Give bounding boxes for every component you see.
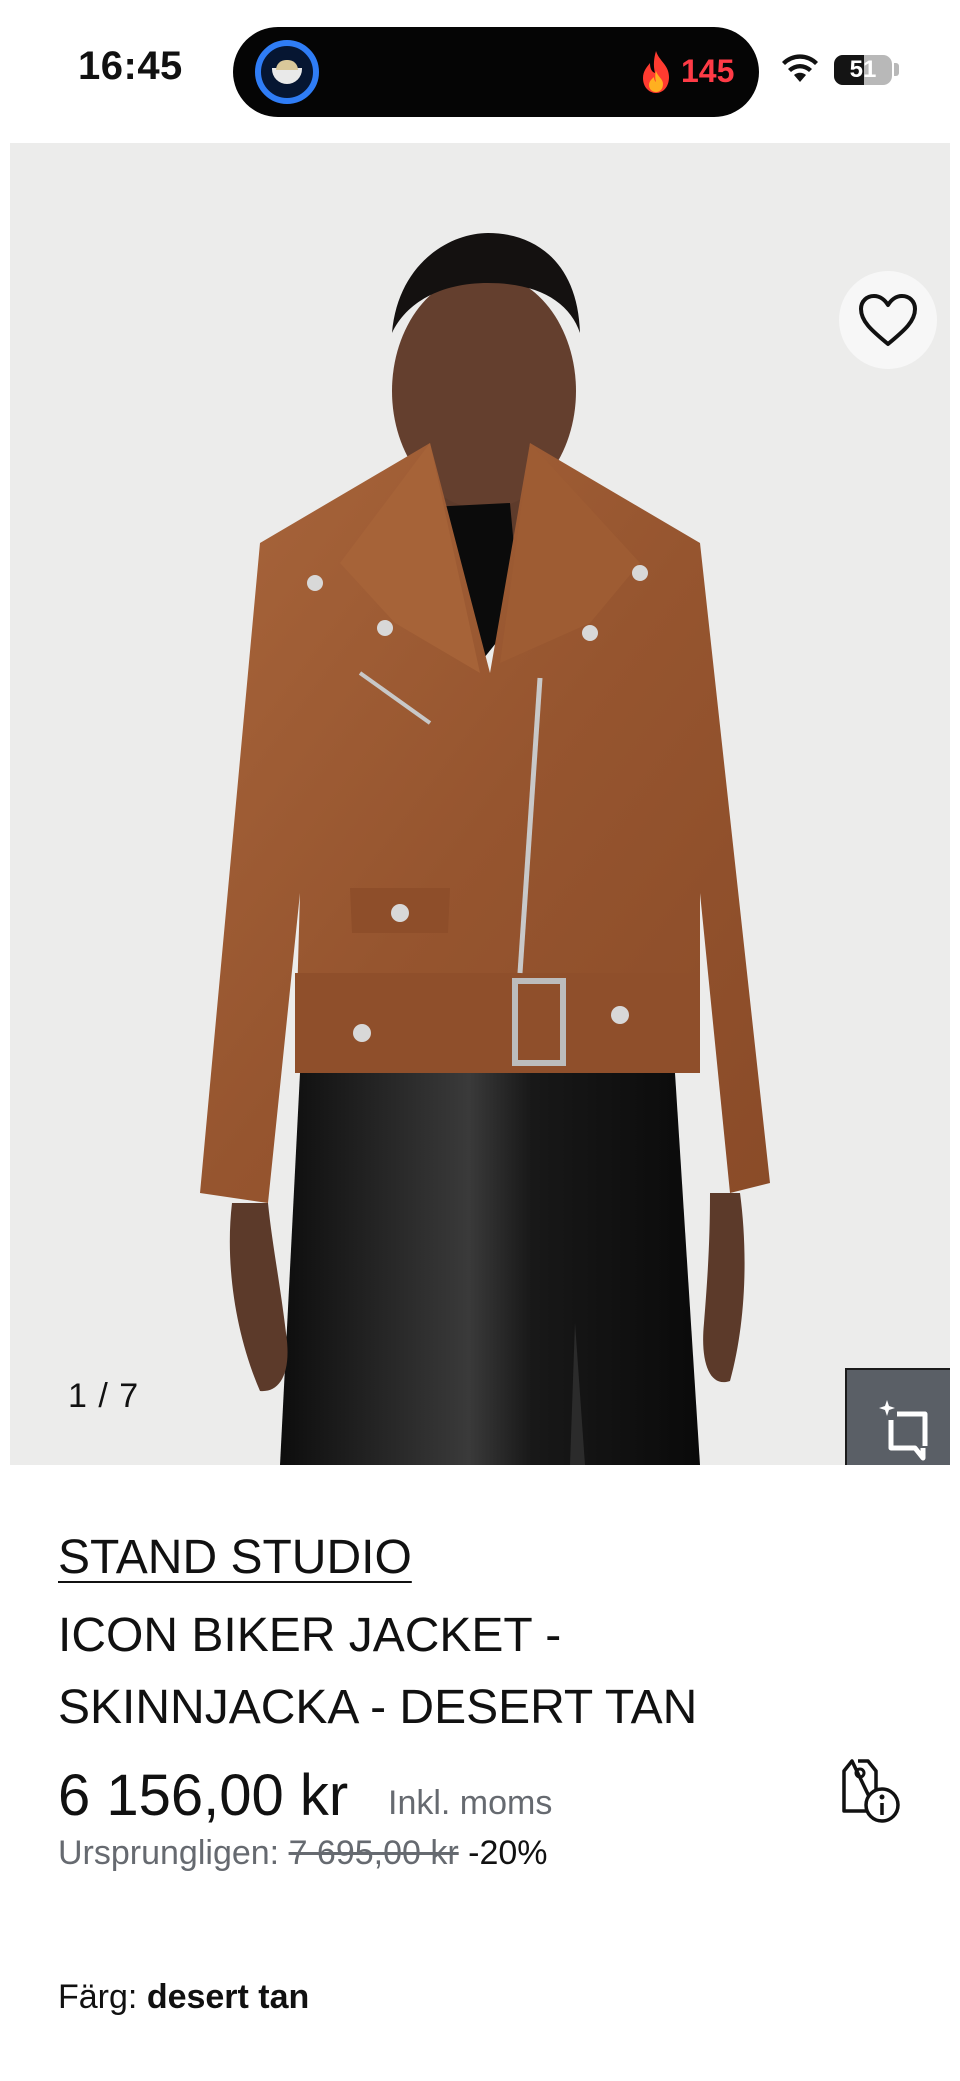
clock-time: 16:45 [78, 44, 183, 88]
color-value: desert tan [146, 1978, 310, 2016]
product-image-gallery[interactable]: 1 / 7 [10, 143, 950, 1465]
app-bowl-icon [255, 40, 319, 104]
dynamic-island[interactable]: 145 [233, 27, 759, 117]
color-label: Färg: [58, 1978, 138, 2016]
status-bar: 16:45 145 51 [0, 0, 960, 142]
brand-link[interactable]: STAND STUDIO [58, 1530, 412, 1585]
battery-icon: 51 [834, 55, 892, 85]
wifi-icon [782, 54, 818, 82]
original-price-label: Ursprungligen: [58, 1834, 280, 1872]
sparkle-crop-icon [879, 1400, 928, 1461]
visual-search-button[interactable] [845, 1368, 950, 1465]
battery-level: 51 [849, 56, 877, 83]
color-row: Färg: desert tan [58, 1978, 309, 2017]
heart-outline-icon [859, 294, 917, 346]
current-price: 6 156,00 kr [58, 1763, 349, 1828]
original-price: 7 695,00 kr [288, 1834, 459, 1872]
favorite-button[interactable] [839, 271, 937, 369]
image-counter: 1 / 7 [68, 1377, 140, 1415]
battery-nub [894, 63, 899, 76]
tax-note: Inkl. moms [388, 1784, 553, 1822]
flame-icon [643, 51, 669, 93]
discount-badge: -20% [468, 1834, 548, 1872]
streak-count: 145 [681, 53, 735, 89]
original-price-row: Ursprungligen: 7 695,00 kr -20% [58, 1834, 548, 1873]
product-title: ICON BIKER JACKET - SKINNJACKA - DESERT … [58, 1609, 698, 1734]
price-tag-info-icon[interactable] [838, 1755, 902, 1825]
product-photo [200, 233, 770, 1465]
